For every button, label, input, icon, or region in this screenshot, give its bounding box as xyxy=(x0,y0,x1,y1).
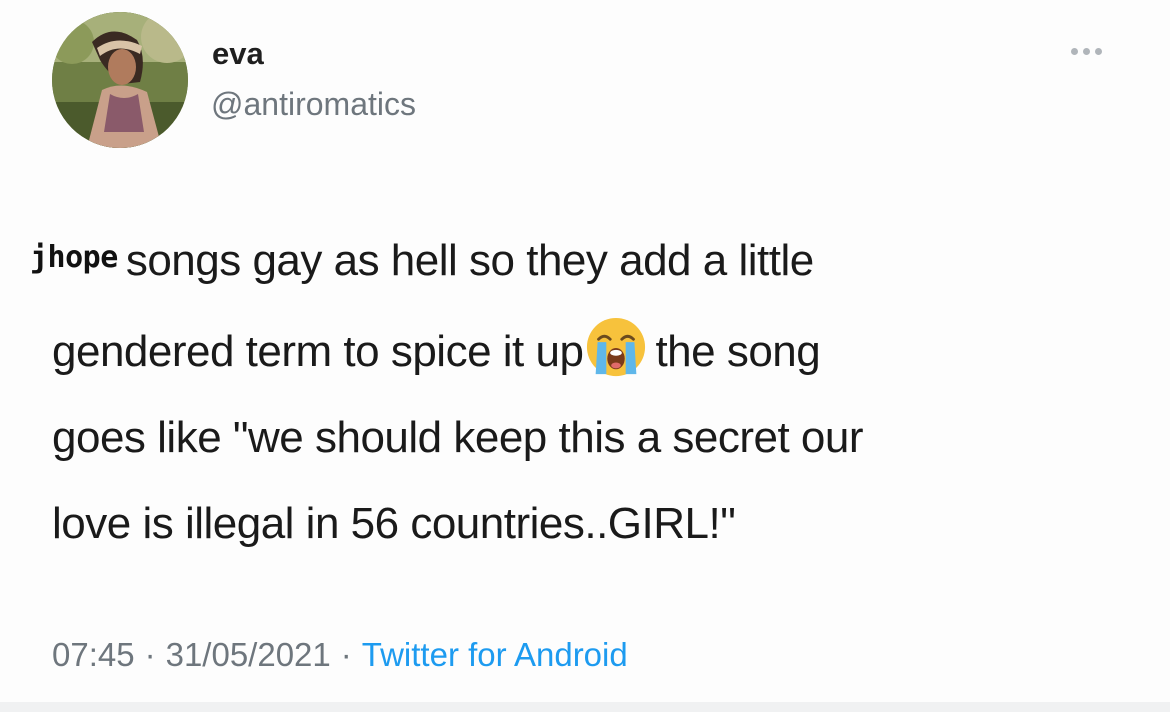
more-options-icon[interactable] xyxy=(1058,36,1114,66)
bottom-divider xyxy=(0,702,1170,712)
avatar-photo-icon xyxy=(52,12,188,148)
tweet-text-segment: gendered term to spice it up xyxy=(52,327,584,376)
tweet-source-link[interactable]: Twitter for Android xyxy=(362,636,628,673)
meta-separator: · xyxy=(340,636,352,673)
tweet-text-segment: songs gay as hell so they add a little xyxy=(125,236,814,285)
tweet-date[interactable]: 31/05/2021 xyxy=(166,636,331,673)
avatar[interactable] xyxy=(52,12,188,148)
loudly-crying-face-emoji-icon xyxy=(587,317,646,377)
tweet-time[interactable]: 07:45 xyxy=(52,636,135,673)
dot xyxy=(1082,47,1090,55)
tweet-line-1: jhope songs gay as hell so they add a lit… xyxy=(30,218,1142,309)
meta-separator: · xyxy=(144,636,156,673)
user-handle[interactable]: @antiromatics xyxy=(211,86,416,123)
dot xyxy=(1094,47,1102,55)
dot xyxy=(1070,47,1078,55)
tweet-text: jhope songs gay as hell so they add a lit… xyxy=(30,218,1142,567)
tweet-line-4: love is illegal in 56 countries..GIRL!" xyxy=(52,499,736,548)
tweet-text-segment: the song xyxy=(655,327,821,376)
tweet-meta: 07:45 · 31/05/2021 · Twitter for Android xyxy=(52,636,628,674)
tweet-card: eva @antiromatics jhope songs gay as hell… xyxy=(0,0,1170,712)
tweet-line-3: goes like "we should keep this a secret … xyxy=(52,413,864,462)
tweet-line-2: gendered term to spice it up the song xyxy=(52,309,1142,395)
edited-overlay-text: jhope xyxy=(30,240,118,275)
display-name[interactable]: eva xyxy=(212,36,264,72)
